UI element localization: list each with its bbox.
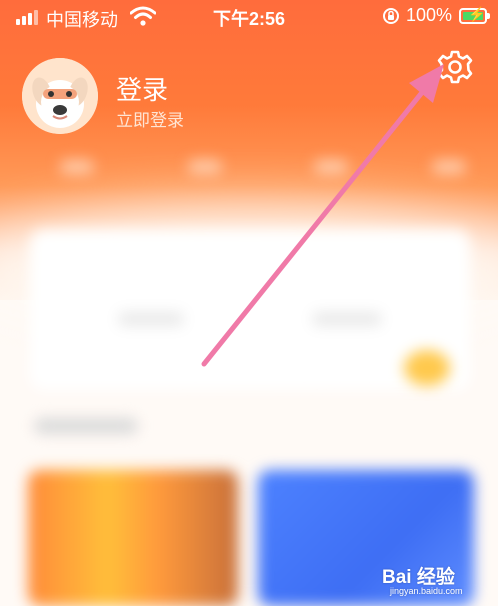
stat-placeholder <box>432 160 466 174</box>
card-label-placeholder <box>312 312 382 326</box>
baidu-watermark: Bai 经验 jingyan.baidu.com <box>382 556 492 600</box>
app-screen: 中国移动 下午2:56 100% ⚡ 登录 立即登录 Bai 经验 jingya… <box>0 0 498 606</box>
battery-icon: ⚡ <box>459 6 487 24</box>
login-title[interactable]: 登录 <box>116 70 168 107</box>
login-subtitle[interactable]: 立即登录 <box>116 106 184 131</box>
charging-bolt-icon: ⚡ <box>468 6 486 22</box>
dog-avatar-icon <box>22 58 98 134</box>
stat-placeholder <box>60 160 94 174</box>
watermark-logo: Bai 经验 <box>382 567 455 588</box>
promo-tile-left <box>28 470 238 606</box>
stat-placeholder <box>188 160 222 174</box>
watermark-site: jingyan.baidu.com <box>390 586 463 596</box>
section-title-placeholder <box>34 418 138 434</box>
coin-icon <box>404 350 450 386</box>
avatar[interactable] <box>22 58 98 134</box>
battery-tip <box>487 13 490 19</box>
rotation-lock-icon <box>383 8 399 24</box>
card-label-placeholder <box>118 312 184 326</box>
stat-placeholder <box>314 160 348 174</box>
status-bar: 中国移动 下午2:56 100% ⚡ <box>0 0 498 34</box>
gear-icon[interactable] <box>436 48 474 86</box>
battery-percent: 100% <box>406 5 453 25</box>
